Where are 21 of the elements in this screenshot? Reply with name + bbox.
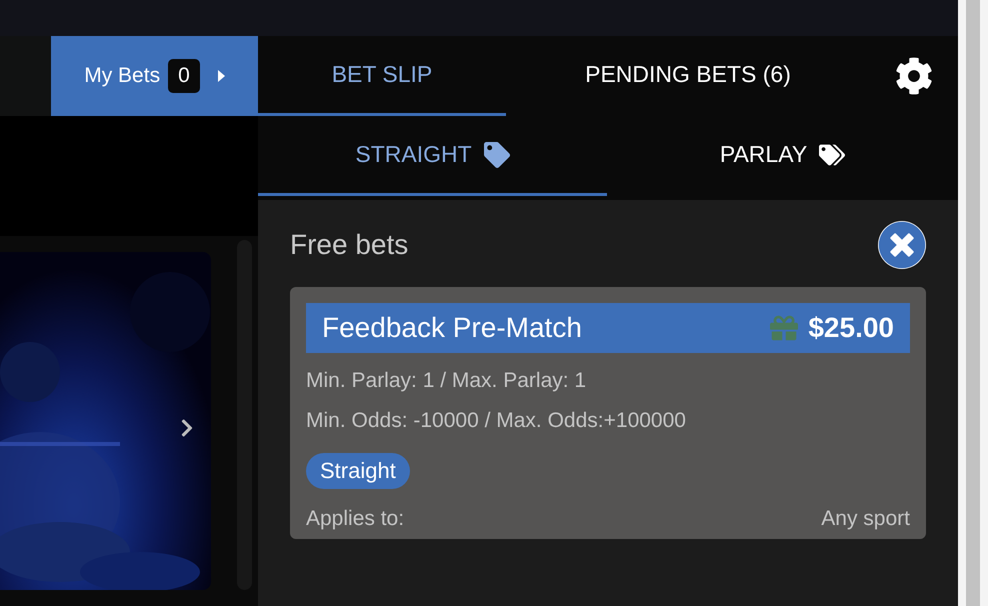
gift-icon	[770, 314, 798, 342]
section-title: Free bets	[290, 229, 408, 261]
applies-value: Any sport	[821, 507, 910, 531]
bet-count-badge: 0	[168, 59, 200, 93]
free-bet-amount: $25.00	[808, 312, 894, 344]
tab[interactable]: PENDING BETS (6)	[506, 36, 870, 116]
settings-icon	[895, 57, 933, 95]
caret-icon	[218, 70, 225, 82]
bet-type-tag: Straight	[306, 453, 410, 489]
bet-type-tab[interactable]: PARLAY	[607, 116, 958, 196]
tag-icon	[484, 142, 510, 168]
free-bet-name: Feedback Pre-Match	[322, 312, 582, 344]
applies-label: Applies to:	[306, 507, 404, 531]
free-bet-condition: Min. Odds: -10000 / Max. Odds:+100000	[306, 409, 687, 433]
bet-type-tab[interactable]: STRAIGHT	[258, 116, 607, 196]
scrollbar[interactable]	[966, 0, 980, 606]
close-button[interactable]	[878, 221, 926, 269]
tags-icon	[819, 142, 846, 168]
free-bet-condition: Min. Parlay: 1 / Max. Parlay: 1	[306, 369, 588, 393]
close-icon	[878, 221, 926, 269]
my-bets-button[interactable]: My Bets 0	[51, 36, 258, 116]
